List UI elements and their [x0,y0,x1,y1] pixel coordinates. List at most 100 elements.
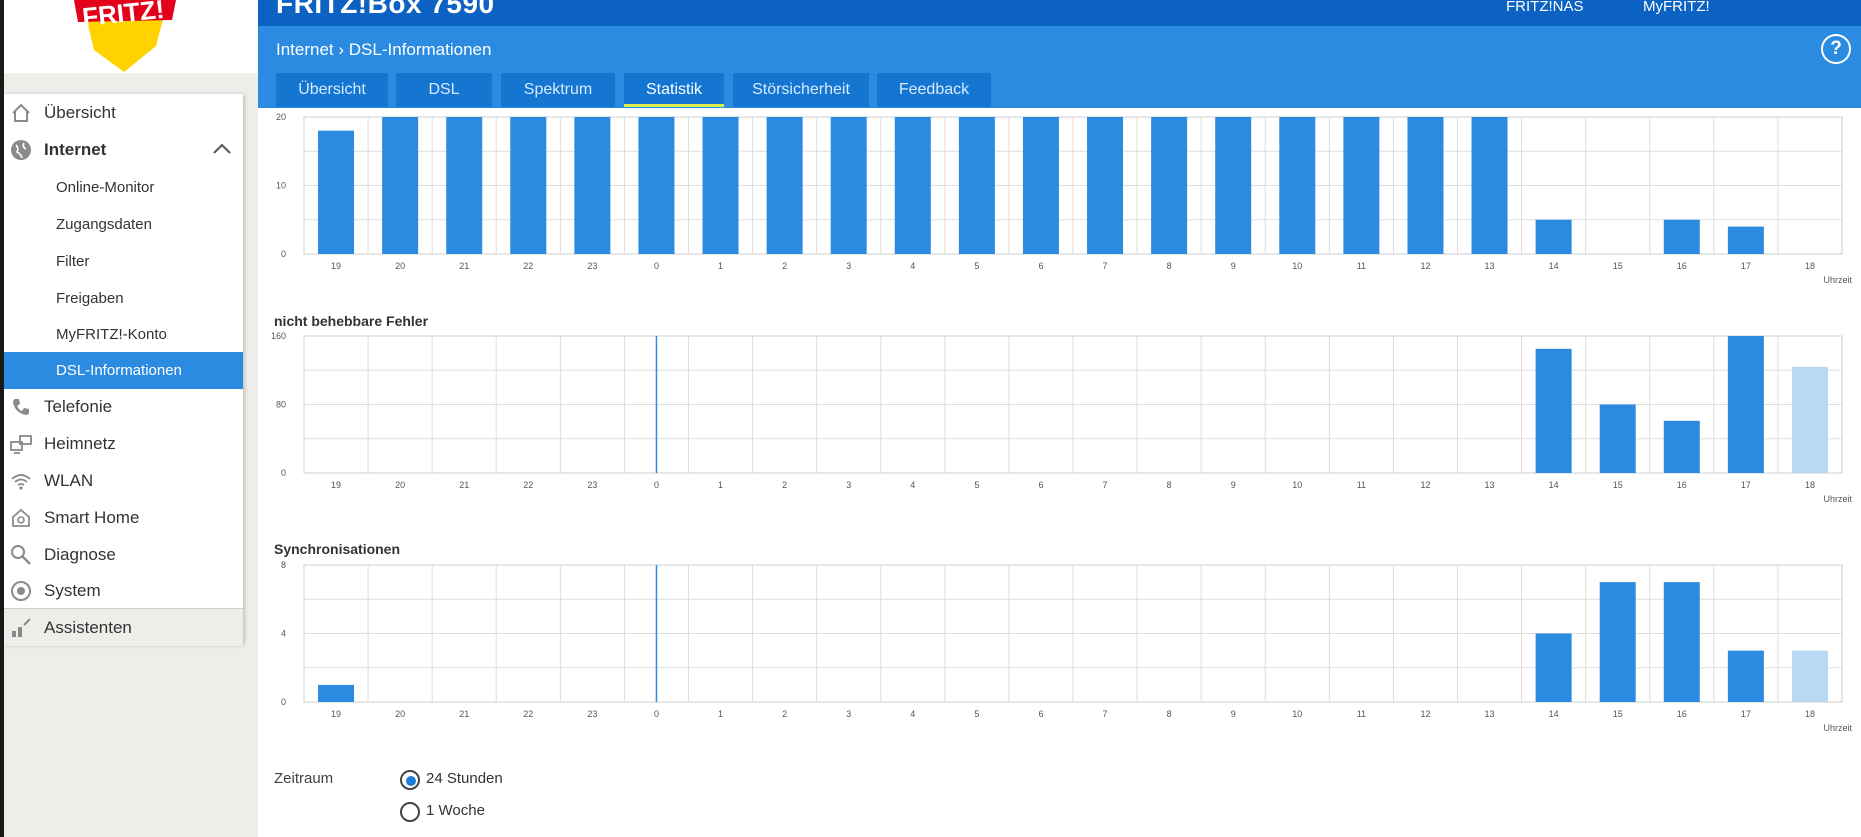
x-tick-label: 14 [1549,709,1559,719]
y-tick-label: 10 [276,181,286,191]
chart-bar [1087,117,1124,254]
y-tick-label: 0 [281,249,286,259]
fritz-logo[interactable]: FRITZ! [64,0,184,73]
sidebar-item-uebersicht[interactable]: Übersicht [4,94,243,131]
tab-feedback[interactable]: Feedback [877,73,991,107]
chart-bar [1791,650,1828,702]
bar-chart: 16080019 20 21 22 23 0 1 2 3 4 5 6 7 8 9 10 11 12 13 14 15 16… [271,331,1853,504]
y-tick-label: 0 [281,468,286,478]
sidebar-item-system[interactable]: System [4,572,243,609]
x-tick-label: 20 [395,709,405,719]
x-tick-label: 18 [1805,480,1815,490]
sidebar-item-myfritz-konto[interactable]: MyFRITZ!-Konto [4,316,243,353]
x-tick-label: 18 [1805,709,1815,719]
period-option-label: 1 Woche [426,802,485,819]
x-tick-label: 6 [1038,709,1043,719]
chart-title-nicht-behebbare-fehler: nicht behebbare Fehler [274,313,429,329]
sidebar-item-internet[interactable]: Internet [4,131,243,168]
chart-bar [702,117,739,254]
x-axis-label: Uhrzeit [1823,494,1852,504]
sidebar: Übersicht Internet Online-Monitor Zugang… [4,94,243,646]
chart-bar [958,117,995,254]
x-tick-label: 17 [1741,261,1751,271]
sidebar-item-label: Filter [56,253,90,270]
sidebar-item-zugangsdaten[interactable]: Zugangsdaten [4,206,243,243]
tab-statistik[interactable]: Statistik [624,73,724,107]
x-tick-label: 14 [1549,261,1559,271]
system-icon [11,581,31,601]
radio-unselected-icon[interactable] [400,802,420,822]
x-tick-label: 15 [1613,261,1623,271]
chart-bar [1599,404,1636,473]
chevron-up-icon[interactable] [211,140,233,158]
x-tick-label: 9 [1231,709,1236,719]
chart-bar [1663,582,1700,702]
chart-bar [1535,348,1572,473]
sidebar-item-label: Freigaben [56,290,124,307]
diagnose-icon [11,545,31,565]
x-tick-label: 1 [718,709,723,719]
x-tick-label: 19 [331,261,341,271]
x-tick-label: 8 [1167,709,1172,719]
chart-bar [574,117,611,254]
x-tick-label: 3 [846,480,851,490]
x-tick-label: 0 [654,261,659,271]
x-tick-label: 5 [974,480,979,490]
fritznas-link[interactable]: FRITZ!NAS [1506,0,1584,15]
sidebar-item-smart-home[interactable]: Smart Home [4,499,243,536]
chart-title-synchronisationen: Synchronisationen [274,541,401,557]
sidebar-item-freigaben[interactable]: Freigaben [4,280,243,317]
x-tick-label: 14 [1549,480,1559,490]
x-tick-label: 4 [910,261,915,271]
x-tick-label: 23 [587,261,597,271]
sidebar-item-heimnetz[interactable]: Heimnetz [4,425,243,462]
tab-dsl[interactable]: DSL [396,73,492,107]
sidebar-item-label: Smart Home [44,508,140,527]
tab-uebersicht[interactable]: Übersicht [276,73,388,107]
x-tick-label: 2 [782,709,787,719]
radio-selected-icon[interactable] [400,770,420,790]
x-tick-label: 21 [459,480,469,490]
x-tick-label: 16 [1677,261,1687,271]
x-tick-label: 12 [1420,480,1430,490]
chart-synchronisationen: 8 4 0 19 20 21 22 23 0 1 2 3 4 5 6 7 8 9 10 11 12 13 14 15 16 17 1… [258,556,1861,756]
home-icon [12,103,30,122]
x-tick-label: 9 [1231,261,1236,271]
x-tick-label: 2 [782,480,787,490]
help-icon[interactable]: ? [1821,34,1851,64]
x-tick-label: 5 [974,261,979,271]
sidebar-item-telefonie[interactable]: Telefonie [4,388,243,425]
x-tick-label: 0 [654,709,659,719]
x-tick-label: 10 [1292,480,1302,490]
x-tick-label: 20 [395,261,405,271]
sidebar-item-assistenten[interactable]: Assistenten [4,608,243,646]
chart-bar [1022,117,1059,254]
x-tick-label: 15 [1613,480,1623,490]
x-tick-label: 21 [459,709,469,719]
sidebar-item-label: Zugangsdaten [56,216,152,233]
tab-spektrum[interactable]: Spektrum [501,73,615,107]
x-tick-label: 23 [587,480,597,490]
sidebar-item-wlan[interactable]: WLAN [4,462,243,499]
breadcrumb[interactable]: Internet › DSL-Informationen [276,40,491,60]
x-tick-label: 11 [1357,709,1366,719]
period-label: Zeitraum [274,770,334,787]
chart-bar [318,684,355,702]
x-tick-label: 6 [1038,480,1043,490]
x-tick-label: 22 [523,709,533,719]
sidebar-item-filter[interactable]: Filter [4,243,243,280]
chart-bar [1535,633,1572,702]
myfritz-link[interactable]: MyFRITZ! [1643,0,1710,15]
x-tick-label: 23 [587,709,597,719]
sidebar-item-label: WLAN [44,471,94,490]
chart-bar [1215,117,1252,254]
sidebar-item-dsl-informationen[interactable]: DSL-Informationen [4,352,243,389]
chart-bar [830,117,867,254]
sidebar-item-diagnose[interactable]: Diagnose [4,536,243,573]
sidebar-item-online-monitor[interactable]: Online-Monitor [4,169,243,206]
x-tick-label: 4 [910,480,915,490]
sidebar-item-label: Online-Monitor [56,179,155,196]
tab-stoersicherheit[interactable]: Störsicherheit [733,73,869,107]
wizard-icon [12,618,31,637]
x-axis-label: Uhrzeit [1823,723,1852,733]
